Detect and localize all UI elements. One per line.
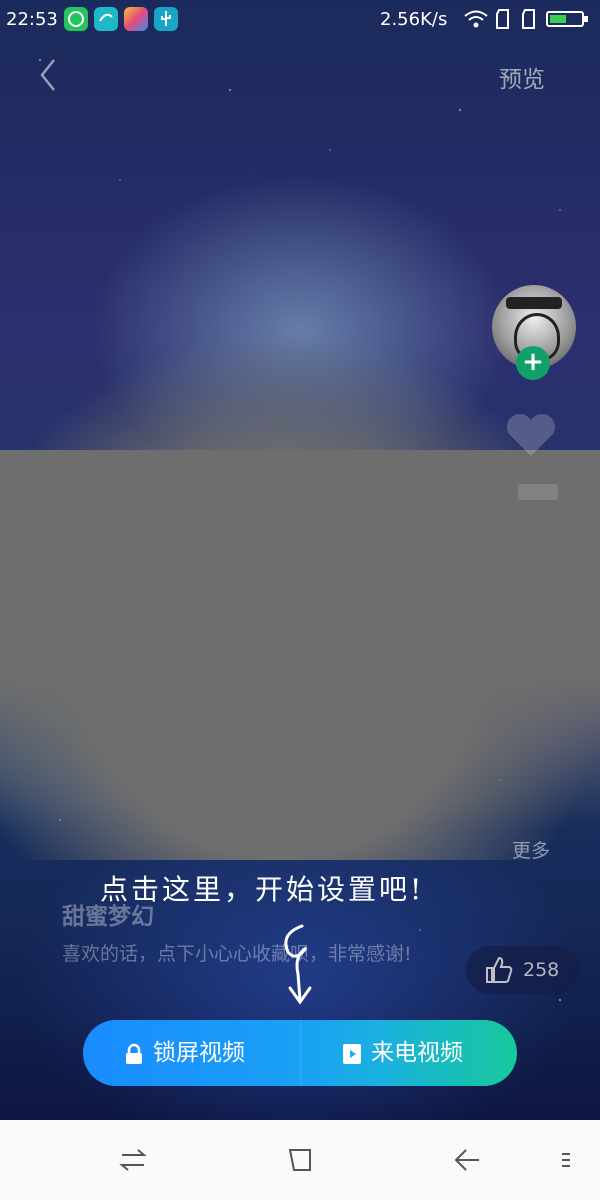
sync-app-icon [94,7,118,31]
avatar-hat [506,297,562,309]
follow-plus-button[interactable]: + [516,346,550,380]
heart-count-placeholder [518,484,558,500]
battery-tip [584,16,588,22]
setup-hint: 点击这里，开始设置吧! [100,873,425,906]
video-description: 喜欢的话，点下小心心收藏呗，非常感谢! [62,943,412,965]
lock-screen-video-label: 锁屏视频 [153,1040,245,1066]
action-button-bar: 锁屏视频 来电视频 [83,1020,517,1086]
like-button[interactable]: 258 [466,946,580,994]
preview-button[interactable]: 预览 [499,60,545,94]
sim1-icon [496,9,509,29]
usb-icon [154,7,178,31]
more-button[interactable]: 更多 [512,836,550,863]
network-speed: 2.56K/s [380,9,448,30]
home-icon[interactable] [286,1146,314,1174]
back-nav-icon[interactable] [452,1146,482,1174]
battery-icon [546,11,588,27]
system-nav-bar [0,1120,600,1200]
button-divider [300,1020,302,1086]
wifi-icon [464,10,488,28]
gallery-app-icon [124,7,148,31]
gray-overlay-lower [0,450,600,830]
switch-apps-icon[interactable] [118,1146,148,1174]
heart-icon[interactable] [505,412,557,458]
down-arrow-icon [284,924,312,1005]
menu-dots-icon[interactable] [560,1146,572,1174]
thumbs-up-icon [486,956,513,983]
like-count: 258 [523,959,560,981]
battery-level [550,15,566,23]
phone-video-icon [343,1044,361,1064]
chat-app-icon [64,7,88,31]
status-time: 22:53 [6,9,58,30]
back-arrow-icon[interactable] [34,58,64,92]
sim2-icon [522,9,535,29]
incoming-call-video-label: 来电视频 [371,1040,463,1066]
lock-icon [126,1043,142,1064]
status-bar: 22:53 2.56K/s [0,0,600,40]
